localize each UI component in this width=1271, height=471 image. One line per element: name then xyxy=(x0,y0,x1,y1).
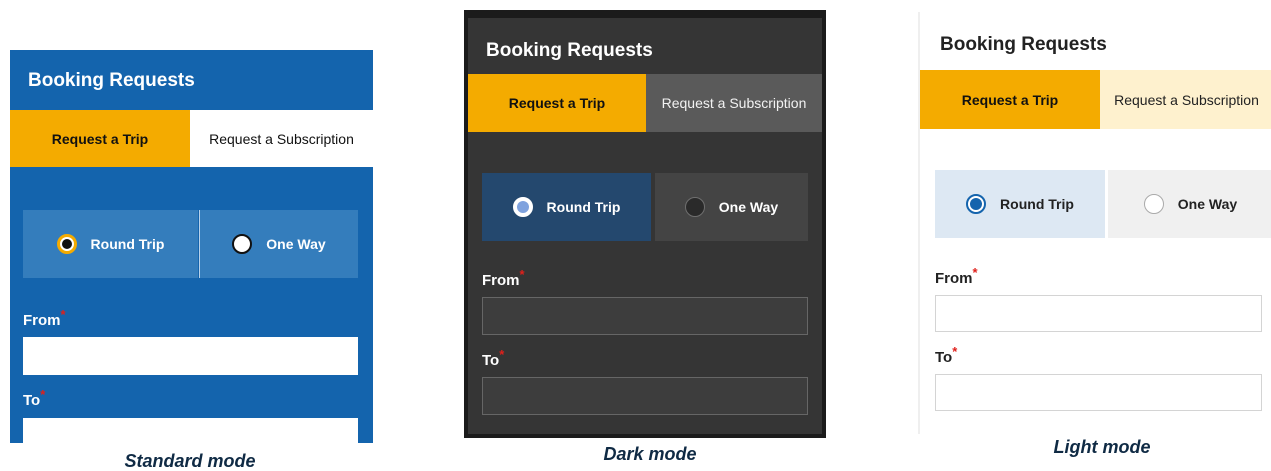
to-input[interactable] xyxy=(482,377,808,415)
one-way-option[interactable]: One Way xyxy=(655,173,808,241)
required-marker: * xyxy=(972,265,978,280)
required-marker: * xyxy=(60,307,66,322)
radio-selected-icon[interactable] xyxy=(966,194,987,214)
from-input[interactable] xyxy=(935,295,1262,332)
panel-title: Booking Requests xyxy=(486,40,653,61)
round-trip-label: Round Trip xyxy=(1000,196,1074,212)
tab-request-subscription[interactable]: Request a Subscription xyxy=(190,110,373,167)
required-marker: * xyxy=(952,344,958,359)
radio-unselected-icon[interactable] xyxy=(1143,194,1164,214)
required-marker: * xyxy=(40,387,46,402)
tab-request-subscription[interactable]: Request a Subscription xyxy=(1100,70,1271,129)
one-way-option[interactable]: One Way xyxy=(199,210,358,278)
tab-request-trip[interactable]: Request a Trip xyxy=(920,70,1100,129)
round-trip-label: Round Trip xyxy=(546,199,621,215)
caption-light-mode: Light mode xyxy=(1053,437,1151,457)
booking-panel-light: Booking Requests Request a Trip Request … xyxy=(918,12,1271,434)
booking-panel-dark: Booking Requests Request a Trip Request … xyxy=(464,10,826,438)
from-label: From* xyxy=(935,265,978,287)
to-input[interactable] xyxy=(935,374,1262,411)
round-trip-option[interactable]: Round Trip xyxy=(935,170,1105,238)
to-label: To* xyxy=(482,347,505,369)
one-way-label: One Way xyxy=(718,199,779,215)
radio-selected-icon[interactable] xyxy=(512,197,533,217)
one-way-label: One Way xyxy=(1177,196,1238,212)
to-label: To* xyxy=(23,387,46,409)
caption-dark-mode: Dark mode xyxy=(603,444,697,464)
required-marker: * xyxy=(519,267,525,282)
to-label: To* xyxy=(935,344,958,366)
radio-unselected-icon[interactable] xyxy=(232,234,253,254)
radio-unselected-icon[interactable] xyxy=(684,197,705,217)
panel-title: Booking Requests xyxy=(28,70,195,91)
radio-selected-icon[interactable] xyxy=(56,234,77,254)
tab-request-trip[interactable]: Request a Trip xyxy=(10,110,190,167)
round-trip-option[interactable]: Round Trip xyxy=(23,210,198,278)
one-way-label: One Way xyxy=(266,236,326,252)
panel-title: Booking Requests xyxy=(940,34,1107,55)
required-marker: * xyxy=(499,347,505,362)
one-way-option[interactable]: One Way xyxy=(1108,170,1271,238)
from-input[interactable] xyxy=(23,337,358,375)
to-input[interactable] xyxy=(23,418,358,443)
tab-request-trip[interactable]: Request a Trip xyxy=(468,74,646,132)
booking-panel-standard: Booking Requests Request a Trip Request … xyxy=(10,50,373,443)
from-label: From* xyxy=(23,307,66,329)
from-label: From* xyxy=(482,267,525,289)
caption-standard-mode: Standard mode xyxy=(124,451,256,471)
dark-panel-body: Booking Requests Request a Trip Request … xyxy=(468,18,822,434)
round-trip-label: Round Trip xyxy=(90,236,165,252)
from-input[interactable] xyxy=(482,297,808,335)
tab-request-subscription[interactable]: Request a Subscription xyxy=(646,74,822,132)
round-trip-option[interactable]: Round Trip xyxy=(482,173,651,241)
